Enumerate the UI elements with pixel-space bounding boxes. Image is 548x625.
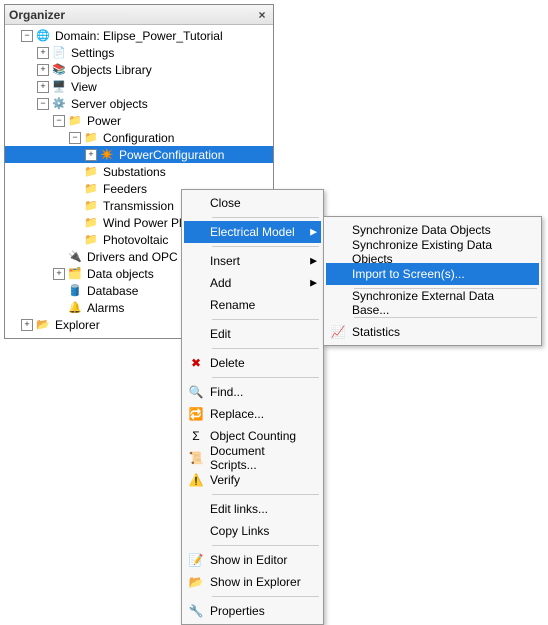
separator [212, 545, 319, 546]
tree-item-configuration[interactable]: − 📁 Configuration [5, 129, 273, 146]
blank-icon [184, 520, 208, 542]
view-icon: 🖥️ [51, 79, 67, 95]
menu-sync-existing[interactable]: Synchronize Existing Data Objects [326, 241, 539, 263]
menu-sync-external[interactable]: Synchronize External Data Base... [326, 292, 539, 314]
menu-edit[interactable]: Edit [184, 323, 321, 345]
count-icon: Σ [184, 425, 208, 447]
menu-verify[interactable]: ⚠️ Verify [184, 469, 321, 491]
menu-delete[interactable]: ✖ Delete [184, 352, 321, 374]
scripts-icon: 📜 [184, 447, 208, 469]
submenu-arrow-icon: ▶ [310, 278, 317, 289]
alarms-icon: 🔔 [67, 300, 83, 316]
menu-electrical-model[interactable]: Electrical Model ▶ [184, 221, 321, 243]
tree-item-power-configuration[interactable]: + ✴️ PowerConfiguration [5, 146, 273, 163]
drivers-icon: 🔌 [67, 249, 83, 265]
organizer-titlebar: Organizer × [5, 5, 273, 25]
menu-add[interactable]: Add ▶ [184, 272, 321, 294]
folder-icon: 📁 [83, 198, 99, 214]
folder-icon: 📁 [67, 113, 83, 129]
domain-icon: 🌐 [35, 28, 51, 44]
menu-edit-links[interactable]: Edit links... [184, 498, 321, 520]
submenu-arrow-icon: ▶ [310, 227, 317, 238]
blank-icon [184, 221, 208, 243]
menu-close[interactable]: Close [184, 192, 321, 214]
close-icon[interactable]: × [255, 8, 269, 22]
data-icon: 🗂️ [67, 266, 83, 282]
replace-icon: 🔁 [184, 403, 208, 425]
verify-icon: ⚠️ [184, 469, 208, 491]
blank-icon [184, 294, 208, 316]
menu-statistics[interactable]: 📈 Statistics [326, 321, 539, 343]
tree-item-server-objects[interactable]: − ⚙️ Server objects [5, 95, 273, 112]
database-icon: 🛢️ [67, 283, 83, 299]
menu-show-in-editor[interactable]: 📝 Show in Editor [184, 549, 321, 571]
menu-copy-links[interactable]: Copy Links [184, 520, 321, 542]
blank-icon [326, 241, 350, 263]
blank-icon [184, 192, 208, 214]
menu-rename[interactable]: Rename [184, 294, 321, 316]
tree-item-power[interactable]: − 📁 Power [5, 112, 273, 129]
blank-icon [184, 323, 208, 345]
blank-icon [184, 498, 208, 520]
folder-icon: 📁 [83, 232, 99, 248]
tree-item-objects-library[interactable]: + 📚 Objects Library [5, 61, 273, 78]
blank-icon [326, 219, 350, 241]
expand-icon[interactable]: + [21, 319, 33, 331]
separator [212, 319, 319, 320]
expand-icon[interactable]: + [37, 64, 49, 76]
submenu-arrow-icon: ▶ [310, 256, 317, 267]
menu-document-scripts[interactable]: 📜 Document Scripts... [184, 447, 321, 469]
expand-icon[interactable]: + [37, 47, 49, 59]
collapse-icon[interactable]: − [21, 30, 33, 42]
blank-icon [184, 250, 208, 272]
separator [212, 348, 319, 349]
explorer-icon: 📂 [184, 571, 208, 593]
collapse-icon[interactable]: − [69, 132, 81, 144]
separator [212, 494, 319, 495]
explorer-icon: 📂 [35, 317, 51, 333]
expand-icon[interactable]: + [53, 268, 65, 280]
separator [212, 217, 319, 218]
library-icon: 📚 [51, 62, 67, 78]
folder-icon: 📁 [83, 215, 99, 231]
blank-icon [184, 272, 208, 294]
collapse-icon[interactable]: − [37, 98, 49, 110]
blank-icon [326, 263, 350, 285]
tree-item-substations[interactable]: 📁 Substations [5, 163, 273, 180]
editor-icon: 📝 [184, 549, 208, 571]
separator [354, 317, 537, 318]
context-menu: Close Electrical Model ▶ Insert ▶ Add ▶ … [181, 189, 324, 625]
config-icon: ✴️ [99, 147, 115, 163]
expand-icon[interactable]: + [85, 149, 97, 161]
separator [212, 377, 319, 378]
find-icon: 🔍 [184, 381, 208, 403]
tree-item-domain[interactable]: − 🌐 Domain: Elipse_Power_Tutorial [5, 27, 273, 44]
folder-icon: 📁 [83, 164, 99, 180]
menu-import-to-screens[interactable]: Import to Screen(s)... [326, 263, 539, 285]
blank-icon [326, 292, 350, 314]
collapse-icon[interactable]: − [53, 115, 65, 127]
tree-item-settings[interactable]: + 📄 Settings [5, 44, 273, 61]
tree-item-view[interactable]: + 🖥️ View [5, 78, 273, 95]
folder-icon: 📁 [83, 130, 99, 146]
menu-properties[interactable]: 🔧 Properties [184, 600, 321, 622]
properties-icon: 🔧 [184, 600, 208, 622]
folder-icon: 📁 [83, 181, 99, 197]
expand-icon[interactable]: + [37, 81, 49, 93]
menu-show-in-explorer[interactable]: 📂 Show in Explorer [184, 571, 321, 593]
separator [212, 246, 319, 247]
separator [212, 596, 319, 597]
menu-find[interactable]: 🔍 Find... [184, 381, 321, 403]
delete-icon: ✖ [184, 352, 208, 374]
server-icon: ⚙️ [51, 96, 67, 112]
statistics-icon: 📈 [326, 321, 350, 343]
settings-icon: 📄 [51, 45, 67, 61]
organizer-title: Organizer [9, 8, 65, 22]
menu-replace[interactable]: 🔁 Replace... [184, 403, 321, 425]
electrical-model-submenu: Synchronize Data Objects Synchronize Exi… [323, 216, 542, 346]
menu-insert[interactable]: Insert ▶ [184, 250, 321, 272]
